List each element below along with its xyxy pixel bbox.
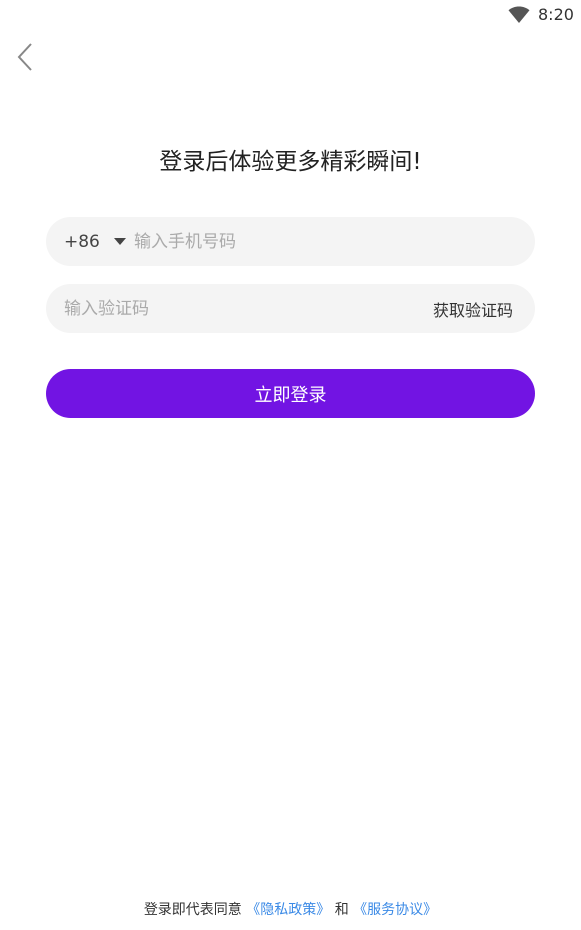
phone-field: +86 — [46, 217, 535, 266]
agreement-text: 登录即代表同意 《隐私政策》 和 《服务协议》 — [0, 900, 581, 920]
caret-down-icon — [113, 238, 126, 245]
privacy-policy-link[interactable]: 《隐私政策》 — [246, 902, 330, 918]
chevron-left-icon — [17, 43, 32, 71]
verification-code-input[interactable] — [64, 284, 404, 333]
page-title: 登录后体验更多精彩瞬间! — [159, 149, 422, 175]
country-code-selector[interactable]: +86 — [64, 217, 126, 266]
agreement-prefix: 登录即代表同意 — [143, 902, 242, 918]
country-code-label: +86 — [64, 231, 100, 252]
status-time: 8:20 — [538, 5, 574, 24]
code-field: 获取验证码 — [46, 284, 535, 333]
login-screen: 8:20 登录后体验更多精彩瞬间! +86 获取验证码 立即登录 登录即代表同意… — [0, 0, 581, 930]
terms-of-service-link[interactable]: 《服务协议》 — [353, 902, 437, 918]
login-button[interactable]: 立即登录 — [46, 369, 535, 418]
back-button[interactable] — [10, 40, 40, 74]
get-code-button[interactable]: 获取验证码 — [433, 284, 513, 333]
wifi-icon — [508, 6, 530, 23]
agreement-connector: 和 — [334, 902, 349, 918]
status-bar: 8:20 — [0, 0, 581, 32]
phone-input[interactable] — [134, 217, 514, 266]
